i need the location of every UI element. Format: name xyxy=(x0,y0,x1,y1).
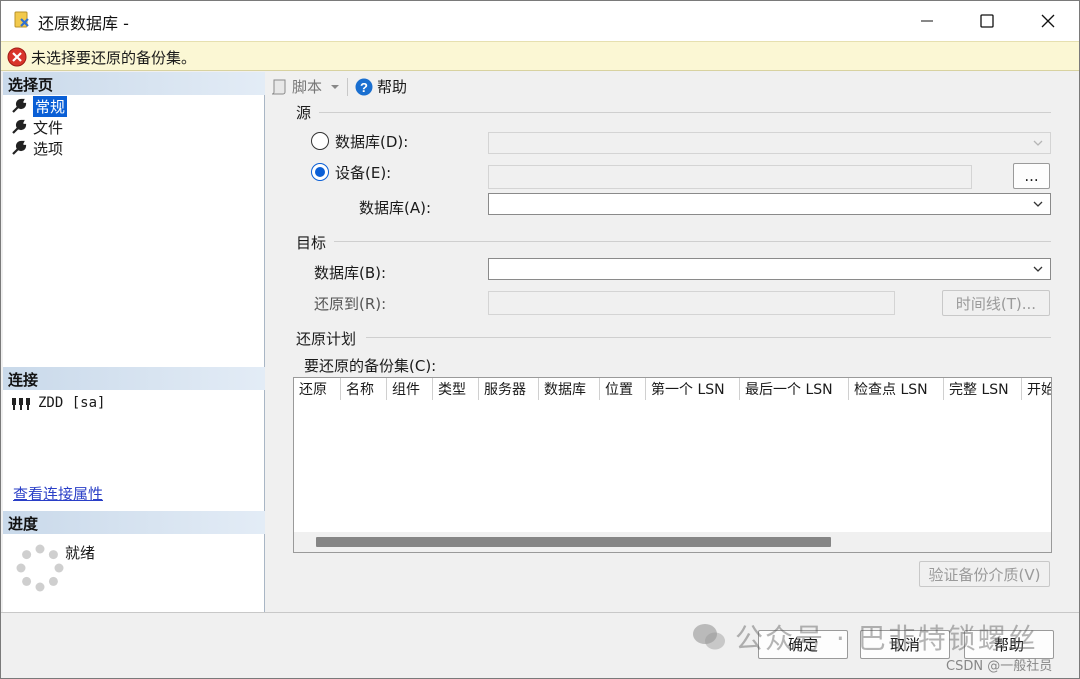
footer-divider xyxy=(1,612,1079,613)
device-radio-label: 设备(E): xyxy=(335,164,392,182)
restore-plan-group-label: 还原计划 xyxy=(296,330,357,348)
wrench-icon xyxy=(12,140,27,155)
minimize-button[interactable] xyxy=(897,1,957,41)
minimize-icon xyxy=(921,20,933,22)
toolbar: 脚本 ? 帮助 xyxy=(267,72,1079,100)
watermark-text: 公众号 · 巴非特锁螺丝 xyxy=(735,622,1038,655)
page-label: 常规 xyxy=(33,95,68,117)
verify-backup-media-button[interactable]: 验证备份介质(V) xyxy=(919,561,1050,587)
destination-database-label: 数据库(B): xyxy=(314,264,387,282)
connection-info: ZDD [sa] xyxy=(11,395,105,411)
destination-group-label: 目标 xyxy=(296,234,327,252)
help-toolbar-button[interactable]: ? 帮助 xyxy=(355,76,407,97)
wrench-icon xyxy=(12,98,27,113)
help-label: 帮助 xyxy=(377,78,408,96)
restore-to-label: 还原到(R): xyxy=(314,295,387,313)
toolbar-divider xyxy=(347,78,348,96)
grid-column-header[interactable]: 开始 xyxy=(1022,378,1051,400)
script-label: 脚本 xyxy=(292,78,323,96)
database-radio[interactable] xyxy=(311,132,329,150)
destination-database-dropdown[interactable] xyxy=(488,258,1051,280)
script-button[interactable]: 脚本 xyxy=(269,76,342,97)
page-label: 选项 xyxy=(33,139,64,158)
left-pane: 选择页 常规 文件 选项 连接 ZDD [sa] 查看连接属性 进度 就绪 xyxy=(3,72,265,612)
timeline-button[interactable]: 时间线(T)... xyxy=(942,290,1050,316)
restore-to-field xyxy=(488,291,895,315)
maximize-button[interactable] xyxy=(957,1,1017,41)
connection-header: 连接 xyxy=(3,367,265,390)
browse-device-button[interactable]: ... xyxy=(1013,163,1050,189)
progress-spinner-icon xyxy=(16,544,64,592)
source-group-label: 源 xyxy=(296,104,312,122)
source-group-line xyxy=(319,112,1051,113)
view-connection-properties-link[interactable]: 查看连接属性 xyxy=(13,483,103,504)
title-bar: 还原数据库 - xyxy=(1,1,1079,41)
progress-status: 就绪 xyxy=(65,544,96,562)
restore-plan-group-line xyxy=(366,337,1051,338)
chevron-down-icon xyxy=(1033,140,1043,146)
chevron-down-icon xyxy=(1033,266,1043,272)
source-database-label: 数据库(A): xyxy=(359,199,432,217)
svg-text:?: ? xyxy=(360,80,368,95)
chevron-down-icon xyxy=(1033,201,1043,207)
wrench-icon xyxy=(12,119,27,134)
grid-header-row: 还原 名称 组件 类型 服务器 数据库 位置 第一个 LSN 最后一个 LSN … xyxy=(294,378,1051,400)
error-message: 未选择要还原的备份集。 xyxy=(31,49,197,67)
horizontal-scrollbar[interactable] xyxy=(294,532,1051,552)
maximize-icon xyxy=(980,14,994,28)
window-title: 还原数据库 - xyxy=(38,14,129,33)
grid-column-header[interactable]: 第一个 LSN xyxy=(646,378,740,400)
close-icon xyxy=(1041,14,1055,28)
error-message-bar: 未选择要还原的备份集。 xyxy=(1,41,1079,71)
grid-column-header[interactable]: 数据库 xyxy=(539,378,600,400)
grid-column-header[interactable]: 服务器 xyxy=(479,378,539,400)
scrollbar-thumb[interactable] xyxy=(316,537,831,547)
device-path-field xyxy=(488,165,972,189)
restore-database-window: 还原数据库 - 未选择要还原的备份集。 选择页 常规 文件 选项 连接 ZDD … xyxy=(0,0,1080,679)
grid-column-header[interactable]: 最后一个 LSN xyxy=(740,378,849,400)
close-button[interactable] xyxy=(1018,1,1078,41)
select-page-header: 选择页 xyxy=(3,72,265,95)
help-icon: ? xyxy=(355,78,373,95)
destination-group-line xyxy=(334,241,1051,242)
grid-column-header[interactable]: 名称 xyxy=(341,378,387,400)
database-restore-icon xyxy=(14,11,29,28)
script-icon xyxy=(271,79,286,94)
connection-icon xyxy=(12,398,30,410)
backup-sets-grid[interactable]: 还原 名称 组件 类型 服务器 数据库 位置 第一个 LSN 最后一个 LSN … xyxy=(293,377,1052,553)
connection-label: ZDD [sa] xyxy=(38,395,106,411)
progress-header: 进度 xyxy=(3,511,265,534)
error-icon xyxy=(7,47,27,67)
backup-database-dropdown[interactable] xyxy=(488,193,1051,215)
device-radio[interactable] xyxy=(311,163,329,181)
watermark: 公众号 · 巴非特锁螺丝 xyxy=(691,617,1038,657)
database-radio-label: 数据库(D): xyxy=(335,133,409,151)
backup-sets-label: 要还原的备份集(C): xyxy=(304,357,437,375)
grid-column-header[interactable]: 检查点 LSN xyxy=(849,378,944,400)
page-item-general[interactable]: 常规 xyxy=(11,95,68,117)
grid-column-header[interactable]: 还原 xyxy=(294,378,341,400)
grid-column-header[interactable]: 组件 xyxy=(387,378,433,400)
csdn-watermark: CSDN @一般社员 xyxy=(946,659,1053,674)
grid-column-header[interactable]: 位置 xyxy=(600,378,646,400)
grid-column-header[interactable]: 完整 LSN xyxy=(944,378,1022,400)
grid-column-header[interactable]: 类型 xyxy=(433,378,479,400)
page-label: 文件 xyxy=(33,118,64,137)
wechat-icon xyxy=(693,624,725,650)
page-item-options[interactable]: 选项 xyxy=(11,138,63,158)
page-item-files[interactable]: 文件 xyxy=(11,117,63,137)
source-database-dropdown xyxy=(488,132,1051,154)
chevron-down-icon xyxy=(331,84,340,89)
